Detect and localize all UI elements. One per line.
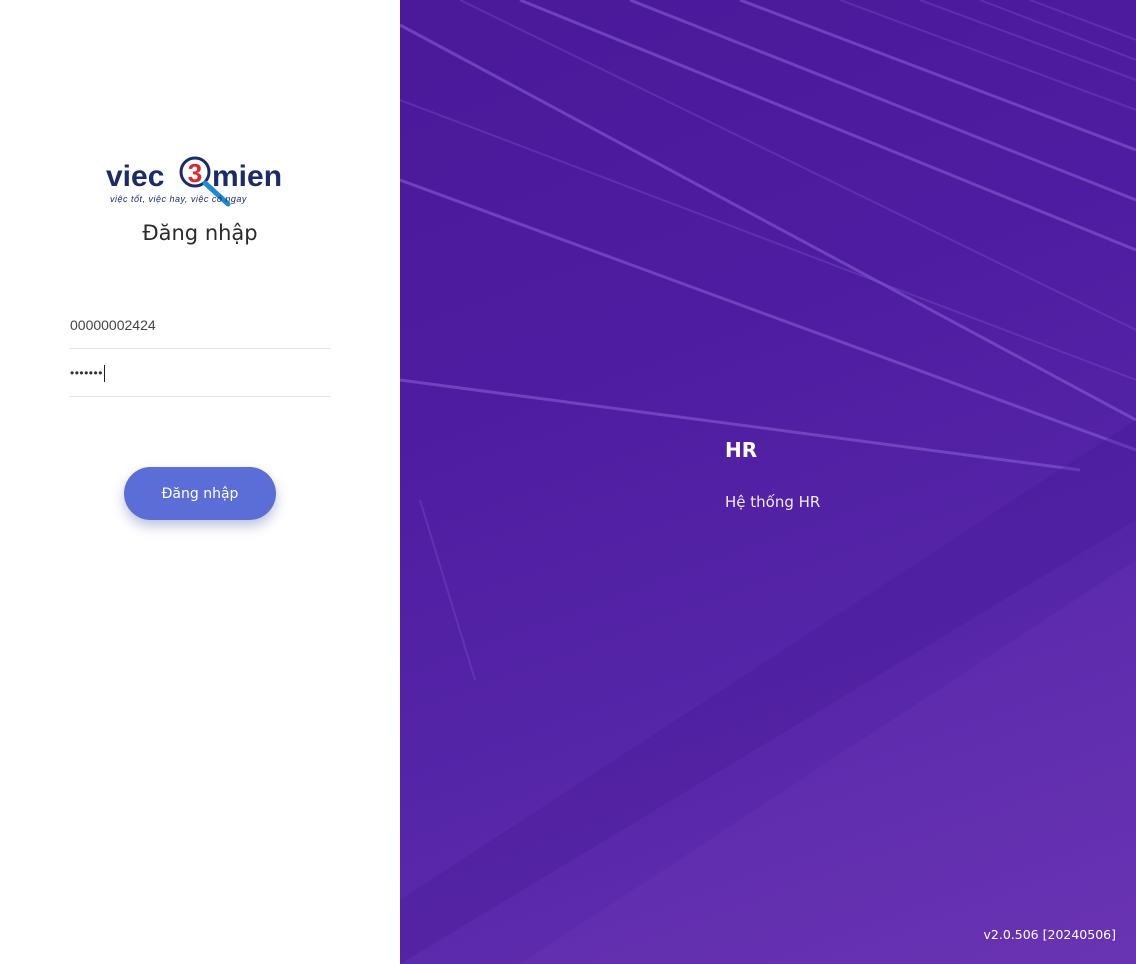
hero-subtitle: Hệ thống HR [725,493,821,511]
logo-text-right: mien [212,160,282,193]
text-caret [104,365,105,382]
background-architecture-art [400,0,1136,964]
hero-title: HR [725,438,758,462]
password-field [70,349,330,397]
login-panel: viec 3 mien việc tốt, việc hay, việc có … [0,0,400,964]
logo-text-left: viec [106,160,164,193]
hero-panel: HR Hệ thống HR v2.0.506 [20240506] [400,0,1136,964]
username-input[interactable] [70,301,330,348]
login-page: viec 3 mien việc tốt, việc hay, việc có … [0,0,1136,964]
version-label: v2.0.506 [20240506] [983,927,1116,942]
username-field [70,301,330,349]
logo-number: 3 [188,158,202,188]
viec3mien-logo: viec 3 mien việc tốt, việc hay, việc có … [106,146,300,210]
password-input[interactable] [70,349,330,396]
login-title: Đăng nhập [142,221,258,245]
login-button[interactable]: Đăng nhập [124,467,276,520]
logo-tagline: việc tốt, việc hay, việc có ngay [110,194,247,204]
